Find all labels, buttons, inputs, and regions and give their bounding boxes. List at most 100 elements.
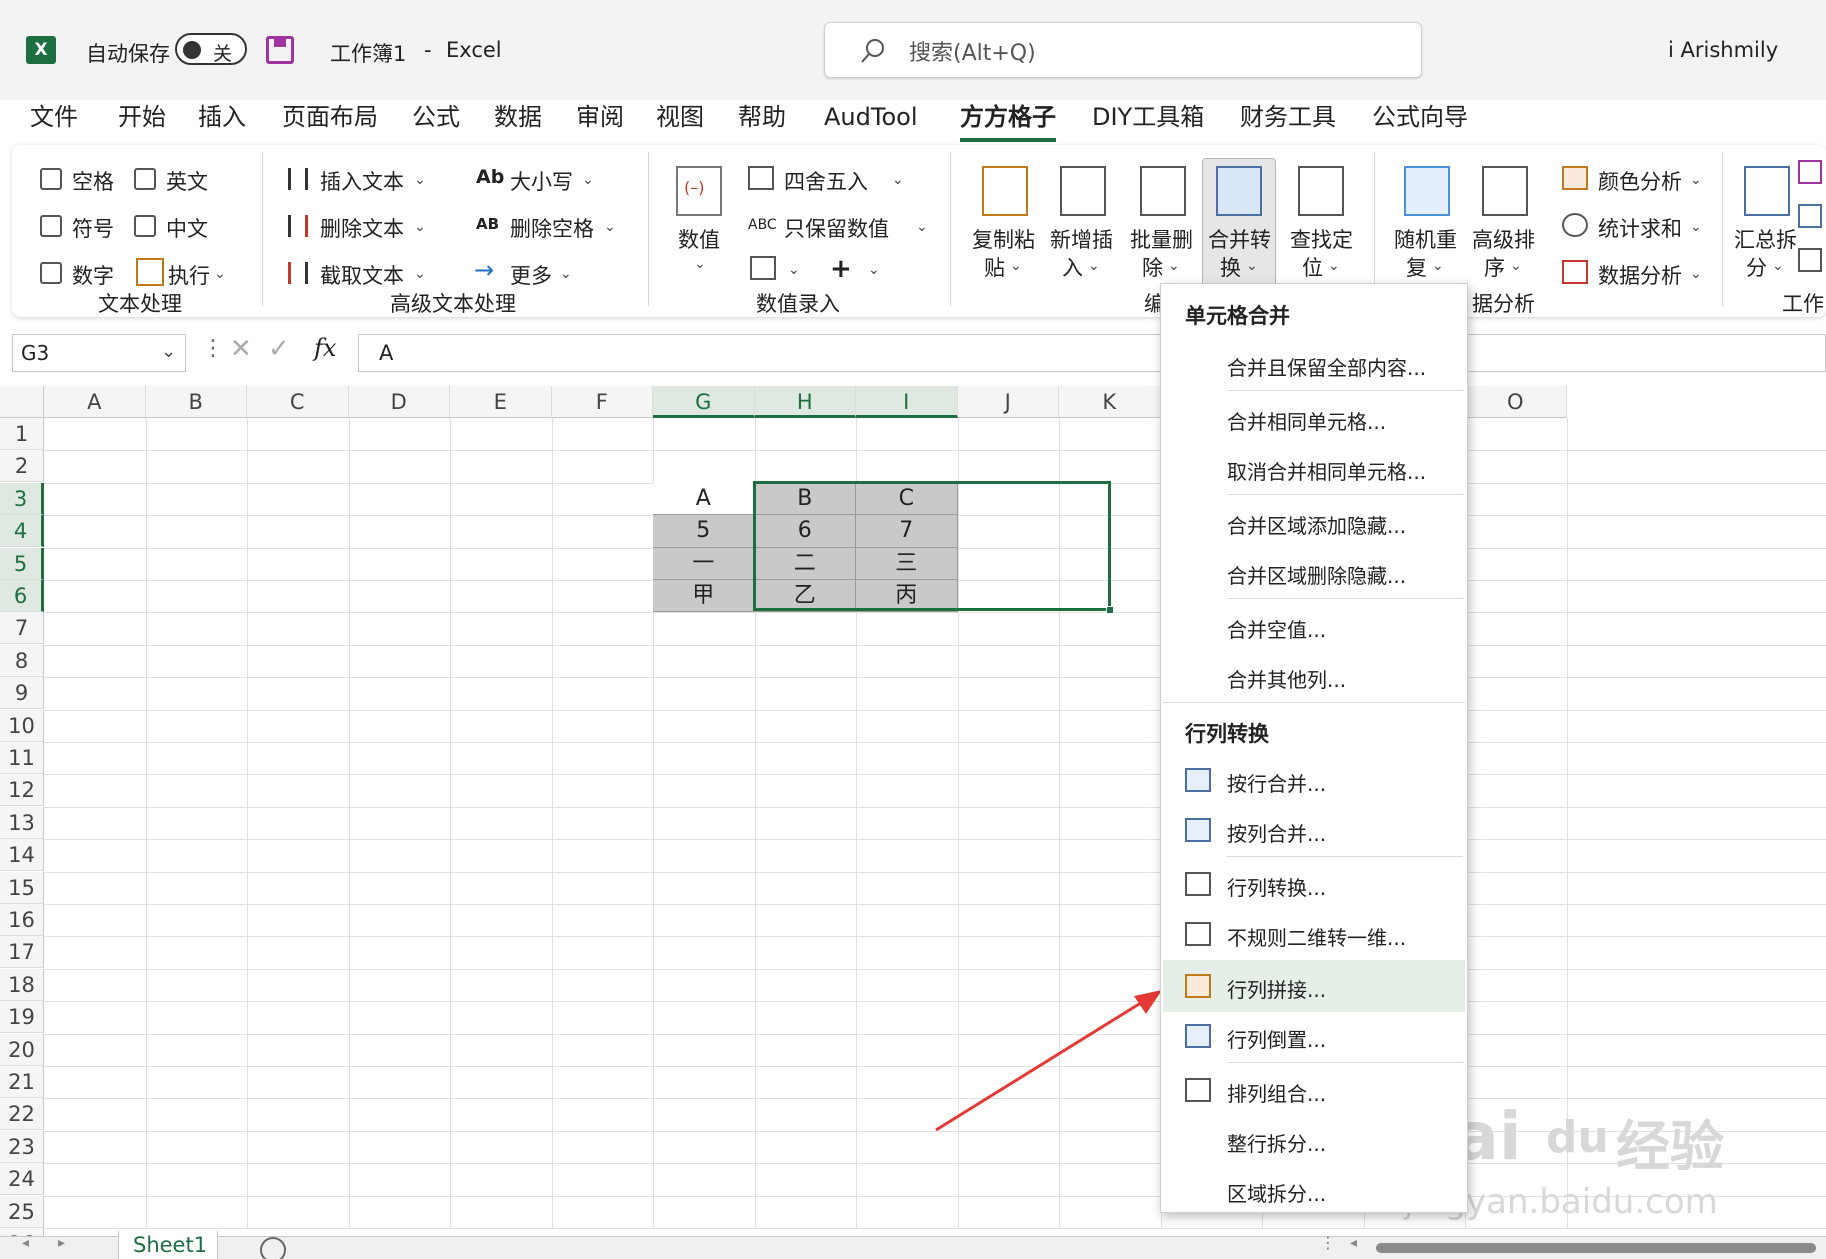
menu-item-row-col-convert[interactable]: 行列转换...: [1227, 872, 1326, 901]
menu-item-merge-by-row[interactable]: 按行合并...: [1227, 768, 1326, 797]
row-header-7[interactable]: 7: [0, 612, 44, 645]
add-sheet-icon[interactable]: [260, 1237, 286, 1259]
menu-item-merge-add-hidden[interactable]: 合并区域添加隐藏...: [1227, 510, 1406, 539]
copy-paste-button[interactable]: 复制粘: [972, 224, 1035, 254]
row-header-14[interactable]: 14: [0, 839, 44, 872]
name-box[interactable]: G3 ⌄: [12, 334, 186, 372]
tab-finance-tools[interactable]: 财务工具: [1240, 102, 1336, 142]
tab-review[interactable]: 审阅: [576, 102, 624, 142]
column-header-k[interactable]: K: [1059, 386, 1161, 418]
column-header-o[interactable]: O: [1465, 386, 1567, 418]
table-cell[interactable]: 7: [856, 515, 958, 548]
plus-icon[interactable]: +: [830, 254, 852, 284]
autosave-toggle[interactable]: 关: [175, 33, 247, 65]
checkbox-symbol[interactable]: [40, 215, 62, 237]
horizontal-scrollbar[interactable]: [1376, 1243, 1816, 1253]
scroll-right-icon[interactable]: ▸: [58, 1235, 65, 1251]
tab-home[interactable]: 开始: [118, 102, 166, 142]
keep-values-button[interactable]: 只保留数值: [784, 213, 889, 243]
more-options-icon[interactable]: ⋮: [1320, 1233, 1336, 1252]
select-all-corner[interactable]: [0, 386, 44, 418]
find-locate-button-line2[interactable]: 位: [1302, 252, 1323, 282]
table-cell[interactable]: 二: [754, 547, 856, 580]
table-cell[interactable]: 6: [754, 515, 856, 548]
row-header-6[interactable]: 6: [0, 580, 44, 612]
new-insert-button[interactable]: 新增插: [1050, 224, 1113, 254]
insert-function-icon[interactable]: fx: [314, 334, 336, 362]
row-header-17[interactable]: 17: [0, 936, 44, 969]
more-options-icon[interactable]: ⋮: [202, 336, 224, 361]
tab-audtool[interactable]: AudTool: [824, 102, 917, 142]
menu-item-merge-empty[interactable]: 合并空值...: [1227, 614, 1326, 643]
menu-item-row-col-reverse[interactable]: 行列倒置...: [1227, 1024, 1326, 1053]
column-header-f[interactable]: F: [551, 386, 653, 418]
row-header-22[interactable]: 22: [0, 1098, 44, 1131]
row-header-24[interactable]: 24: [0, 1163, 44, 1196]
random-duplicate-button[interactable]: 随机重: [1394, 224, 1457, 254]
table-cell[interactable]: 5: [653, 515, 755, 548]
row-header-25[interactable]: 25: [0, 1195, 44, 1228]
menu-item-permutation[interactable]: 排列组合...: [1227, 1078, 1326, 1107]
tab-formula-wizard[interactable]: 公式向导: [1372, 102, 1468, 142]
advanced-sort-button-line2[interactable]: 序: [1484, 252, 1505, 282]
round-button[interactable]: 四舍五入: [784, 166, 868, 196]
menu-item-unmerge-same[interactable]: 取消合并相同单元格...: [1227, 456, 1426, 485]
data-analysis-button[interactable]: 数据分析: [1598, 260, 1682, 290]
tab-view[interactable]: 视图: [656, 102, 704, 142]
table-cell[interactable]: 甲: [653, 580, 755, 613]
column-header-b[interactable]: B: [145, 386, 247, 418]
color-analysis-button[interactable]: 颜色分析: [1598, 166, 1682, 196]
table-cell[interactable]: A: [653, 482, 755, 516]
scroll-left-icon[interactable]: ◂: [22, 1235, 29, 1251]
menu-item-split-range[interactable]: 区域拆分...: [1227, 1178, 1326, 1207]
checkbox-english[interactable]: [134, 168, 156, 190]
table-cell[interactable]: 乙: [754, 580, 856, 613]
table-cell[interactable]: 丙: [856, 580, 958, 613]
case-button[interactable]: 大小写: [510, 166, 573, 196]
delete-text-button[interactable]: 删除文本: [320, 213, 404, 243]
menu-item-merge-keep-all[interactable]: 合并且保留全部内容...: [1227, 352, 1426, 381]
row-header-16[interactable]: 16: [0, 904, 44, 936]
menu-item-merge-remove-hidden[interactable]: 合并区域删除隐藏...: [1227, 560, 1406, 589]
new-insert-button-line2[interactable]: 入: [1062, 252, 1083, 282]
tab-fangfanggezi[interactable]: 方方格子: [960, 102, 1056, 142]
tab-data[interactable]: 数据: [494, 102, 542, 142]
table-cell[interactable]: B: [754, 482, 856, 516]
row-header-3[interactable]: 3: [0, 482, 44, 515]
column-header-g[interactable]: G: [653, 386, 755, 418]
menu-item-merge-by-column[interactable]: 按列合并...: [1227, 818, 1326, 847]
save-icon[interactable]: [266, 36, 294, 64]
scroll-left-icon[interactable]: ◂: [1350, 1235, 1357, 1251]
worksheet-tool-icon[interactable]: [1798, 248, 1822, 272]
row-header-12[interactable]: 12: [0, 774, 44, 807]
advanced-sort-button[interactable]: 高级排: [1472, 224, 1535, 254]
delete-space-button[interactable]: 删除空格: [510, 213, 594, 243]
checkbox-space[interactable]: [40, 168, 62, 190]
formula-input[interactable]: A: [358, 334, 1826, 372]
worksheet-tool-icon[interactable]: [1798, 160, 1822, 184]
batch-delete-button-line2[interactable]: 除: [1142, 252, 1163, 282]
row-header-10[interactable]: 10: [0, 709, 44, 742]
menu-item-merge-same[interactable]: 合并相同单元格...: [1227, 406, 1386, 435]
table-cell[interactable]: 一: [653, 547, 755, 580]
menu-item-row-col-join[interactable]: 行列拼接...: [1227, 974, 1326, 1003]
row-header-20[interactable]: 20: [0, 1033, 44, 1066]
more-button[interactable]: 更多: [510, 260, 552, 290]
row-header-11[interactable]: 11: [0, 742, 44, 774]
menu-item-split-rows[interactable]: 整行拆分...: [1227, 1128, 1326, 1157]
row-header-23[interactable]: 23: [0, 1130, 44, 1163]
checkbox-number[interactable]: [40, 262, 62, 284]
extract-text-button[interactable]: 截取文本: [320, 260, 404, 290]
row-header-19[interactable]: 19: [0, 1001, 44, 1034]
edit-icon[interactable]: [750, 256, 776, 280]
value-button[interactable]: 数值: [678, 224, 720, 254]
search-box[interactable]: 搜索(Alt+Q): [824, 22, 1422, 78]
stat-sum-button[interactable]: 统计求和: [1598, 213, 1682, 243]
tab-help[interactable]: 帮助: [738, 102, 786, 142]
worksheet-tool-icon[interactable]: [1798, 204, 1822, 228]
copy-paste-button-line2[interactable]: 贴: [984, 252, 1005, 282]
random-duplicate-button-line2[interactable]: 复: [1406, 252, 1427, 282]
row-header-15[interactable]: 15: [0, 871, 44, 904]
table-cell[interactable]: C: [856, 482, 958, 516]
row-header-21[interactable]: 21: [0, 1066, 44, 1098]
